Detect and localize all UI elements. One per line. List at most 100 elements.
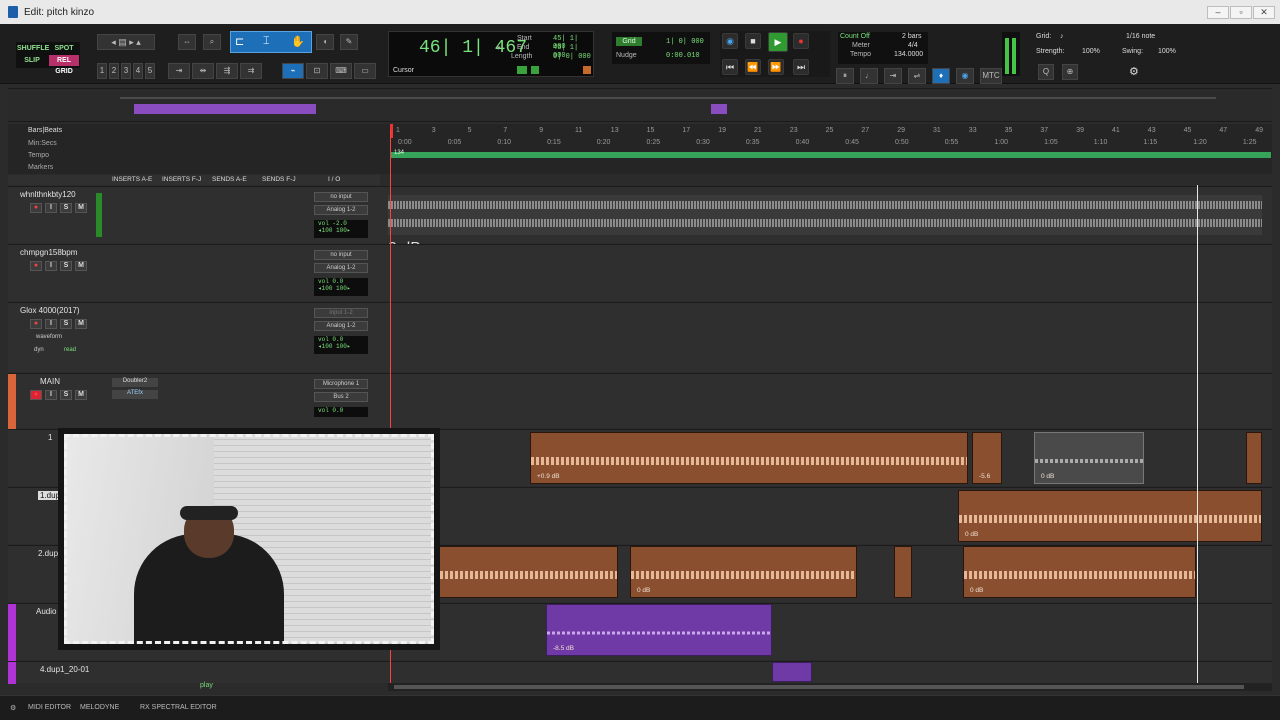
minimize-button[interactable]: –	[1207, 6, 1229, 19]
insertion-follows-icon[interactable]: ⊡	[306, 63, 328, 79]
nudge-value[interactable]: 0:00.010	[666, 52, 700, 60]
insert-slot[interactable]: ATEfx	[112, 390, 158, 399]
pad-icon[interactable]: ▭	[354, 63, 376, 79]
link-timeline-icon[interactable]: ⇹	[192, 63, 214, 79]
track-output[interactable]: Analog 1-2	[314, 321, 368, 331]
track-output[interactable]: Analog 1-2	[314, 205, 368, 215]
track-volume[interactable]: vol 0.0 ◂100 100▸	[314, 278, 368, 296]
play-button[interactable]: ▶	[768, 32, 788, 52]
track-name[interactable]: whnlthnkbty120	[20, 190, 76, 199]
record-enable-button[interactable]: ●	[30, 319, 42, 329]
tempo-marker[interactable]: 134	[394, 150, 404, 156]
track-volume[interactable]: vol -2.0 ◂100 100▸	[314, 220, 368, 238]
shuffle-mode-button[interactable]: SHUFFLE	[17, 43, 49, 54]
input-monitor-button[interactable]: I	[45, 319, 57, 329]
record-enable-button[interactable]: ●	[30, 261, 42, 271]
track-volume[interactable]: vol 0.0	[314, 407, 368, 417]
audio-clip[interactable]: 0 dB	[1034, 432, 1144, 484]
clip-gain[interactable]: 0 dB	[970, 587, 983, 594]
audio-clip[interactable]: -5.6	[972, 432, 1002, 484]
clip-gain[interactable]: 0 dB	[965, 531, 978, 538]
zoom-preset-3[interactable]: 3	[121, 63, 131, 79]
markers-ruler-label[interactable]: Markers	[28, 164, 53, 171]
automation-mode[interactable]: read	[64, 347, 76, 353]
min-secs-ruler-label[interactable]: Min:Secs	[28, 140, 57, 147]
mtc-button[interactable]: MTC	[980, 68, 1002, 84]
count-off-bars[interactable]: 2 bars	[902, 33, 921, 40]
strength-value[interactable]: 100%	[1082, 48, 1100, 55]
trim-tool-icon[interactable]: ⊏	[235, 35, 244, 48]
record-enable-button[interactable]: ●	[30, 203, 42, 213]
grid-toggle[interactable]: Grid	[616, 37, 642, 46]
track-row[interactable]: chmpgn158bpm ● I S M no input Analog 1-2 vo…	[8, 244, 1272, 301]
zoom-preset-4[interactable]: 4	[133, 63, 143, 79]
grid-value[interactable]: 1| 0| 000	[666, 38, 704, 46]
audio-clip[interactable]: 0 dB	[958, 490, 1262, 542]
mute-button[interactable]: M	[75, 203, 87, 213]
input-monitor-icon[interactable]	[517, 66, 527, 74]
track-view-selector[interactable]: waveform	[36, 334, 62, 340]
quantize-settings-icon[interactable]: ⊕	[1062, 64, 1078, 80]
magnifier-icon[interactable]: ⌕	[203, 34, 221, 50]
rx-spectral-editor-tab[interactable]: RX SPECTRAL EDITOR	[140, 704, 217, 711]
clip-gain[interactable]: 0 dB	[637, 587, 650, 594]
record-enable-button[interactable]: ●	[30, 390, 42, 400]
insert-slot[interactable]: Doubler2	[112, 378, 158, 387]
audio-clip[interactable]	[894, 546, 912, 598]
audio-clip[interactable]: -8.5 dB	[546, 604, 772, 656]
tempo-ruler-line[interactable]	[391, 152, 1271, 158]
scrollbar-thumb[interactable]	[394, 685, 1244, 689]
audio-clip[interactable]	[1246, 432, 1262, 484]
mute-button[interactable]: M	[75, 319, 87, 329]
horizontal-scrollbar[interactable]	[388, 683, 1272, 691]
automation-selector[interactable]: dyn	[34, 347, 44, 353]
length-value[interactable]: 0| 0| 000	[553, 53, 591, 61]
rel-grid-mode-button[interactable]: REL GRID	[49, 55, 79, 75]
fast-rewind-button[interactable]: ⏪	[745, 59, 761, 75]
track-row[interactable]: 4.dup1_20-01	[8, 661, 1272, 684]
input-monitor-button[interactable]: I	[45, 261, 57, 271]
counter-dropdown-icon[interactable]: ▾	[497, 44, 501, 52]
rewind-button[interactable]: ⏮	[722, 59, 738, 75]
zoom-preset-1[interactable]: 1	[97, 63, 107, 79]
track-input[interactable]: no input	[314, 250, 368, 260]
pencil-tool-icon[interactable]: ✎	[340, 34, 358, 50]
audio-clip[interactable]: 0 dB	[963, 546, 1196, 598]
swing-value[interactable]: 100%	[1158, 48, 1176, 55]
track-name[interactable]: Glox 4000(2017)	[20, 306, 80, 315]
close-button[interactable]: ✕	[1253, 6, 1275, 19]
zoom-controls[interactable]: ◂ ▤ ▸ ▴	[97, 34, 155, 50]
melodyne-tab[interactable]: MELODYNE	[80, 704, 119, 711]
spot-mode-button[interactable]: SPOT	[49, 43, 79, 54]
keyboard-focus-icon[interactable]: ⌨	[330, 63, 352, 79]
selector-tool-icon[interactable]: ⌶	[263, 35, 270, 48]
tab-to-transient-icon[interactable]: ⇥	[168, 63, 190, 79]
zoom-preset-2[interactable]: 2	[109, 63, 119, 79]
midi-merge-toggle-icon[interactable]: ⇌	[908, 68, 926, 84]
wait-for-note-icon[interactable]: ⏸	[836, 68, 854, 84]
record-button[interactable]: ●	[793, 33, 809, 49]
track-name[interactable]: chmpgn158bpm	[20, 248, 77, 257]
fast-forward-button[interactable]: ⏩	[768, 59, 784, 75]
grid-note-value[interactable]: 1/16 note	[1126, 33, 1155, 40]
grabber-tool-icon[interactable]: ✋	[291, 35, 305, 48]
audio-clip[interactable]: +0.9 dB	[530, 432, 968, 484]
track-input[interactable]: no input	[314, 192, 368, 202]
mirror-midi-icon[interactable]: ⇉	[240, 63, 262, 79]
tempo-value[interactable]: 134.0000	[894, 51, 923, 58]
solo-button[interactable]: S	[60, 319, 72, 329]
mute-button[interactable]: M	[75, 261, 87, 271]
countoff-icon[interactable]: ⇥	[884, 68, 902, 84]
solo-button[interactable]: S	[60, 261, 72, 271]
track-volume[interactable]: vol 0.0 ◂100 100▸	[314, 336, 368, 354]
solo-button[interactable]: S	[60, 203, 72, 213]
clip-gain[interactable]: 0 dB	[1041, 473, 1054, 480]
quantize-icon[interactable]: Q	[1038, 64, 1054, 80]
automation-follows-edit-icon[interactable]: ⌁	[282, 63, 304, 79]
track-row[interactable]: whnlthnkbty120 ● I S M no input Analog 1-2 …	[8, 186, 1272, 257]
clip-gain[interactable]: -8.5 dB	[553, 645, 574, 652]
online-transport-icon[interactable]: ◉	[722, 33, 738, 49]
input-monitor-button[interactable]: I	[45, 203, 57, 213]
settings-icon[interactable]: ⚙	[10, 704, 16, 712]
slip-mode-button[interactable]: SLIP	[17, 55, 47, 66]
